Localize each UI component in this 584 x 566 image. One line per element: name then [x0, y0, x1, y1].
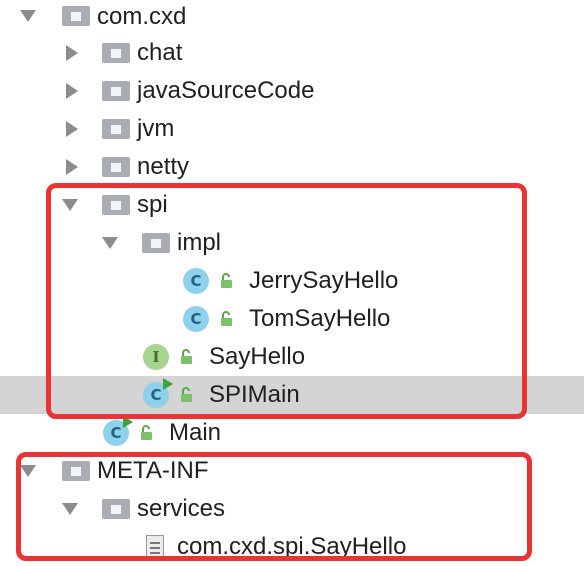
package-folder-icon — [62, 6, 90, 26]
tree-row-javasourcecode[interactable]: javaSourceCode — [0, 72, 584, 110]
collapse-arrow-icon[interactable] — [66, 45, 78, 61]
expand-arrow-icon[interactable] — [20, 10, 36, 22]
package-label: com.cxd — [97, 3, 187, 30]
tree-row-netty[interactable]: netty — [0, 148, 584, 186]
class-label: Main — [169, 419, 222, 446]
package-label: javaSourceCode — [137, 77, 315, 104]
package-label: jvm — [137, 115, 175, 142]
highlight-box-spi — [46, 183, 527, 419]
lock-open-icon — [141, 425, 152, 440]
tree-row-root[interactable]: com.cxd — [0, 0, 584, 36]
tree-row-chat[interactable]: chat — [0, 34, 584, 72]
package-folder-icon — [102, 157, 130, 177]
package-label: netty — [137, 153, 190, 180]
tree-row-jvm[interactable]: jvm — [0, 110, 584, 148]
collapse-arrow-icon[interactable] — [66, 159, 78, 175]
collapse-arrow-icon[interactable] — [66, 83, 78, 99]
tree-row-main[interactable]: C Main — [0, 414, 584, 452]
collapse-arrow-icon[interactable] — [66, 121, 78, 137]
package-folder-icon — [102, 81, 130, 101]
highlight-box-meta-inf — [16, 452, 532, 561]
package-folder-icon — [102, 119, 130, 139]
project-tree: com.cxd chat javaSourceCode jvm netty sp… — [0, 0, 584, 564]
package-folder-icon — [102, 43, 130, 63]
package-label: chat — [137, 39, 183, 66]
